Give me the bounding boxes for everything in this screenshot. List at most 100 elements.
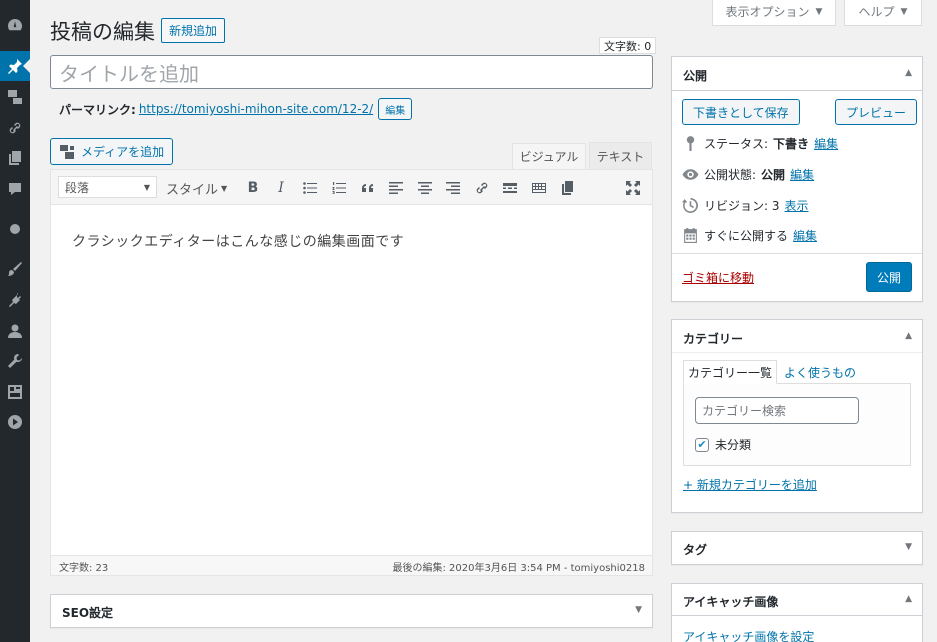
schedule-edit-link[interactable]: 編集 (793, 227, 817, 244)
tag-box: タグ ▼ (671, 531, 923, 565)
seo-settings-box: SEO設定 ▼ (50, 594, 653, 628)
users-menu[interactable] (0, 316, 30, 346)
tag-box-title[interactable]: タグ (683, 541, 707, 558)
media-menu[interactable] (0, 82, 30, 112)
toggle-up-icon[interactable]: ▲ (905, 68, 912, 78)
appearance-menu[interactable] (0, 254, 30, 284)
tab-visual[interactable]: ビジュアル (512, 143, 586, 170)
collapse-menu[interactable] (0, 407, 30, 437)
media-icon (8, 90, 22, 104)
page-title: 投稿の編集 (50, 20, 155, 44)
save-draft-button[interactable]: 下書きとして保存 (682, 99, 800, 125)
editor-content[interactable]: クラシックエディターはこんな感じの編集画面です (72, 231, 404, 251)
permalink-row: パーマリンク: https://tomiyoshi-mihon-site.com… (59, 98, 413, 120)
links-menu[interactable] (0, 113, 30, 143)
screen-options-button[interactable]: 表示オプション ▼ (712, 0, 836, 26)
fullscreen-icon[interactable] (621, 177, 645, 199)
toolbar-toggle-icon[interactable] (527, 177, 551, 199)
tab-all-categories[interactable]: カテゴリー一覧 (683, 360, 778, 384)
align-center-icon[interactable] (413, 177, 437, 199)
tab-popular-categories[interactable]: よく使うもの (784, 364, 856, 381)
revisions-label: リビジョン: 3 (704, 199, 780, 213)
screen-options-label: 表示オプション (725, 5, 810, 19)
publish-box-header[interactable]: 公開 ▲ (672, 57, 922, 91)
seo-settings-title[interactable]: SEO設定 (62, 604, 113, 621)
divider (672, 352, 922, 353)
copy-icon[interactable] (556, 177, 580, 199)
link-icon[interactable] (470, 177, 494, 199)
italic-icon[interactable]: I (269, 177, 293, 199)
toggle-up-icon[interactable]: ▲ (905, 594, 912, 604)
revisions-view-link[interactable]: 表示 (785, 197, 809, 214)
pages-menu[interactable] (0, 143, 30, 173)
revisions-icon (682, 198, 698, 213)
plugins-menu[interactable] (0, 285, 30, 315)
trash-link[interactable]: ゴミ箱に移動 (682, 269, 754, 286)
status-row: ステータス: 下書き 編集 (682, 135, 838, 152)
help-button[interactable]: ヘルプ ▼ (844, 0, 922, 26)
posts-menu[interactable] (0, 51, 30, 81)
status-value: 下書き (773, 137, 810, 151)
permalink-label: パーマリンク: (59, 102, 136, 117)
pin-icon (686, 136, 695, 151)
title-char-count: 文字数: 0 (599, 37, 657, 54)
category-checkbox[interactable]: ✔ (695, 437, 709, 452)
category-box: カテゴリー ▲ カテゴリー一覧 よく使うもの カテゴリー検索 ✔ 未分類 + 新… (671, 319, 923, 513)
publish-button[interactable]: 公開 (866, 262, 913, 292)
add-media-button[interactable]: メディアを追加 (50, 138, 174, 165)
toggle-down-icon[interactable]: ▼ (905, 542, 912, 552)
style-select-value: スタイル (166, 182, 219, 198)
status-edit-link[interactable]: 編集 (814, 135, 838, 152)
align-right-icon[interactable] (441, 177, 465, 199)
add-new-button[interactable]: 新規追加 (161, 18, 226, 43)
format-select-value: 段落 (65, 180, 90, 195)
help-label: ヘルプ (858, 5, 895, 19)
admin-sidebar (0, 0, 30, 642)
align-left-icon[interactable] (384, 177, 408, 199)
format-select[interactable]: 段落 ▼ (58, 176, 157, 198)
wrench-icon (8, 354, 22, 368)
read-more-icon[interactable] (498, 177, 522, 199)
settings-menu[interactable] (0, 377, 30, 407)
editor-statusbar: 文字数: 23 最後の編集: 2020年3月6日 3:54 PM - tomiy… (51, 555, 652, 575)
set-featured-image-link[interactable]: アイキャッチ画像を設定 (683, 628, 814, 642)
pushpin-icon (8, 59, 22, 74)
caret-down-icon: ▼ (815, 6, 823, 17)
publish-box-title: 公開 (683, 69, 708, 83)
featured-image-box: アイキャッチ画像 ▲ アイキャッチ画像を設定 (671, 583, 923, 642)
eye-icon (682, 169, 699, 180)
featured-image-header[interactable]: アイキャッチ画像 ▲ (672, 584, 922, 616)
category-box-header[interactable]: カテゴリー ▲ (672, 320, 922, 354)
add-media-label: メディアを追加 (81, 145, 165, 159)
add-new-category-link[interactable]: + 新規カテゴリーを追加 (683, 476, 817, 493)
comments-menu[interactable] (0, 174, 30, 204)
last-edited: 最後の編集: 2020年3月6日 3:54 PM - tomiyoshi0218 (392, 563, 645, 574)
title-input[interactable]: タイトルを追加 (50, 55, 653, 89)
revisions-row: リビジョン: 3 表示 (682, 197, 809, 214)
toggle-up-icon[interactable]: ▲ (905, 331, 912, 341)
category-item[interactable]: ✔ 未分類 (695, 436, 751, 453)
divider (672, 253, 922, 254)
checkmark-icon: ✔ (697, 438, 707, 451)
numbered-list-icon[interactable] (327, 177, 351, 199)
edit-slug-button[interactable]: 編集 (378, 98, 413, 120)
preview-button[interactable]: プレビュー (835, 99, 918, 125)
pages-icon (9, 151, 21, 165)
permalink-url[interactable]: https://tomiyoshi-mihon-site.com/12-2/ (139, 102, 373, 116)
bold-icon[interactable]: B (241, 177, 265, 199)
blockquote-icon[interactable] (356, 177, 380, 199)
calendar-icon (684, 228, 697, 243)
custom-menu[interactable] (0, 214, 30, 244)
word-count: 文字数: 23 (59, 563, 109, 574)
tools-menu[interactable] (0, 346, 30, 376)
category-search-input[interactable]: カテゴリー検索 (695, 397, 859, 424)
dashboard-menu[interactable] (0, 10, 30, 40)
media-icon (60, 144, 74, 159)
visibility-edit-link[interactable]: 編集 (790, 166, 814, 183)
tab-text[interactable]: テキスト (589, 142, 652, 170)
toggle-down-icon[interactable]: ▼ (635, 605, 642, 615)
bullet-list-icon[interactable] (298, 177, 322, 199)
circle-icon (10, 224, 20, 234)
style-select[interactable]: スタイル ▼ (166, 178, 227, 198)
status-label: ステータス: (704, 137, 769, 151)
